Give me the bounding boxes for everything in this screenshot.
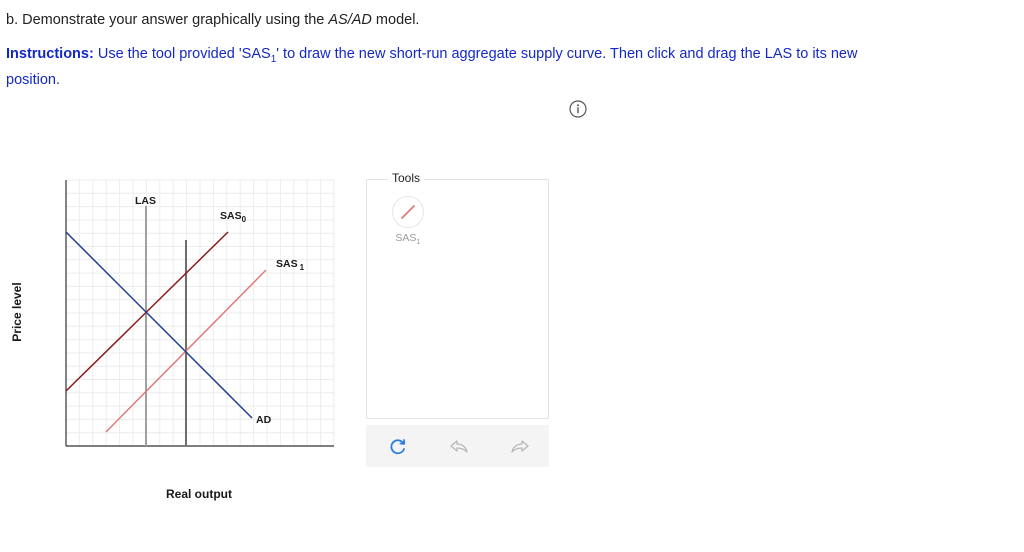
redo-icon (511, 440, 529, 453)
redo-button[interactable] (508, 434, 532, 458)
undo-icon (450, 440, 468, 453)
sas1-tool-button[interactable] (392, 196, 424, 228)
undo-button[interactable] (447, 434, 471, 458)
ad-label: AD (256, 414, 272, 426)
sas0-label: SAS0 (220, 210, 247, 224)
tools-title: Tools (388, 171, 425, 185)
graph-grid (65, 179, 335, 446)
las-label: LAS (135, 195, 156, 207)
reset-button[interactable] (386, 434, 410, 458)
sas1-tool-label: SAS1 (395, 232, 421, 247)
line-draw-icon (401, 205, 415, 219)
reset-icon (390, 439, 406, 455)
